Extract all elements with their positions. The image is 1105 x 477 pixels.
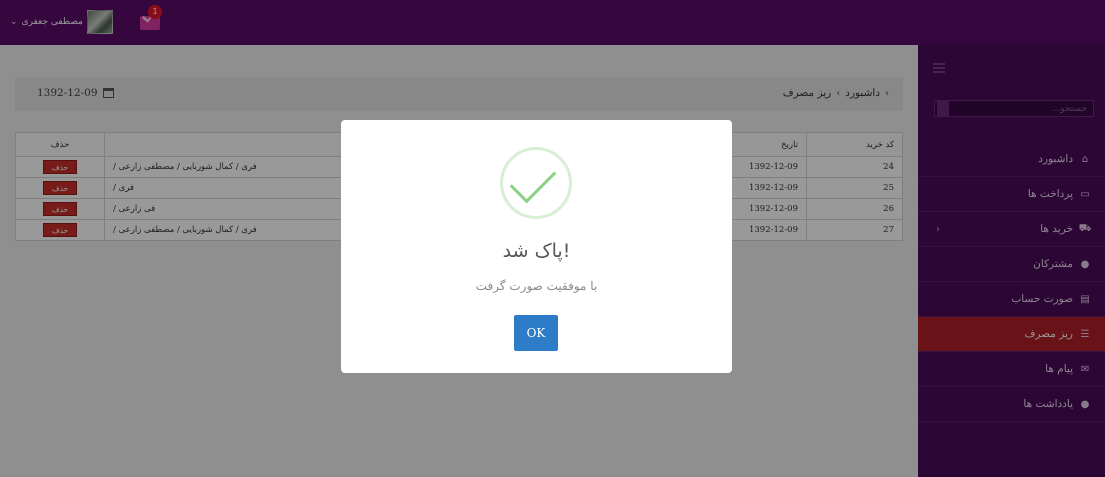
success-dialog: پاک شد! با موفقیت صورت گرفت OK [341,120,732,373]
dialog-message: با موفقیت صورت گرفت [475,279,598,293]
dialog-title: پاک شد! [502,240,571,262]
ok-button[interactable]: OK [514,315,558,351]
success-check-icon [500,147,572,219]
checkmark-icon [509,156,557,204]
